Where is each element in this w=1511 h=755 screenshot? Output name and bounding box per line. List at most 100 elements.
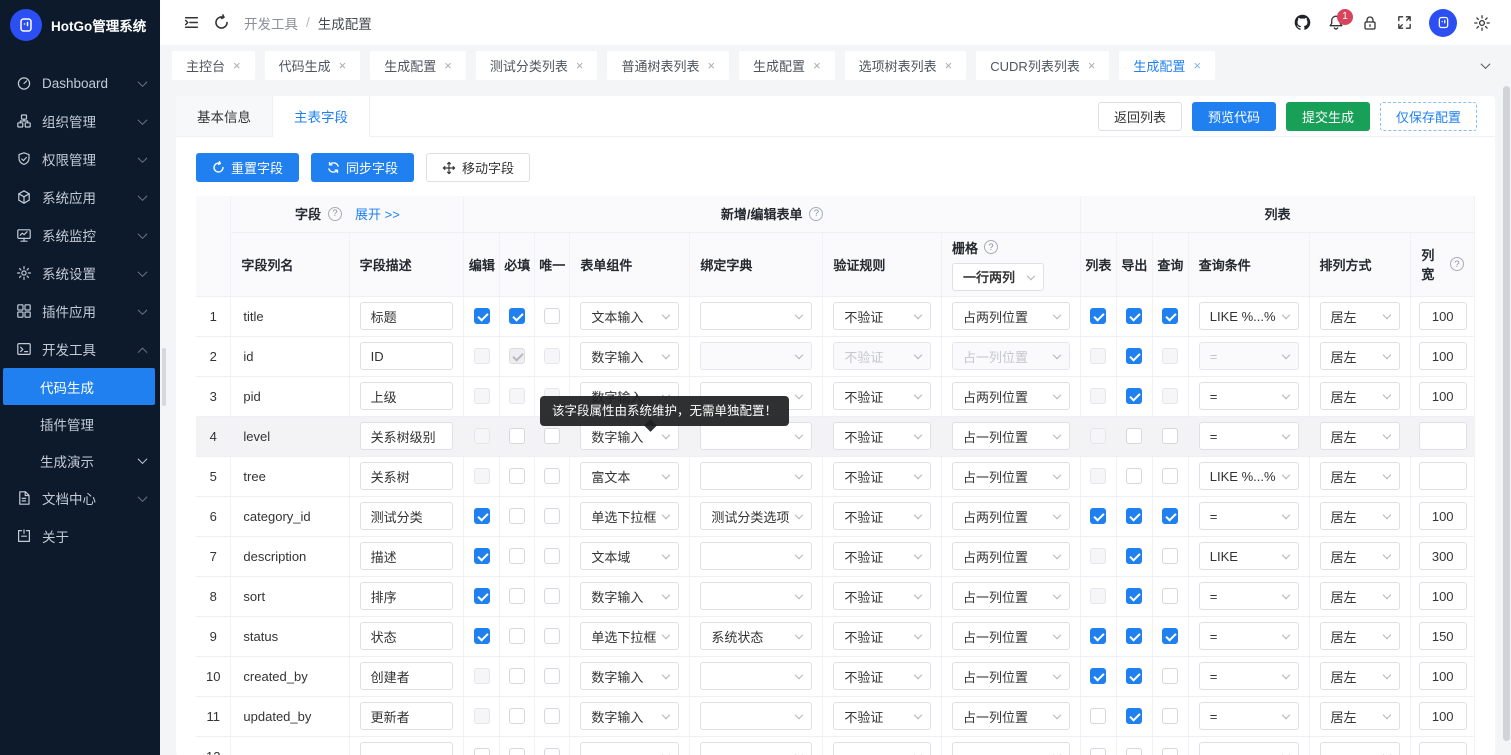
field-desc-input[interactable]: 描述: [360, 542, 454, 570]
field-desc-input[interactable]: [360, 742, 454, 755]
grid-position-select[interactable]: 占两列位置: [952, 542, 1070, 570]
breadcrumb-section[interactable]: 开发工具: [244, 13, 298, 33]
query-checkbox[interactable]: [1162, 668, 1178, 684]
help-icon[interactable]: ?: [1450, 257, 1464, 271]
sidebar-item-monitor[interactable]: 系统监控: [0, 216, 160, 254]
lock-screen-icon[interactable]: [1355, 8, 1385, 38]
unique-checkbox[interactable]: [544, 708, 560, 724]
sidebar-subitem-codegen[interactable]: 代码生成: [3, 368, 155, 405]
sidebar-item-permission[interactable]: 权限管理: [0, 140, 160, 178]
grid-default-select[interactable]: 一行两列: [952, 263, 1044, 291]
required-checkbox[interactable]: [509, 548, 525, 564]
query-cond-select[interactable]: =: [1199, 662, 1299, 690]
list-checkbox[interactable]: [1090, 748, 1106, 755]
settings-gear-icon[interactable]: [1467, 8, 1497, 38]
required-checkbox[interactable]: [509, 588, 525, 604]
export-checkbox[interactable]: [1126, 588, 1142, 604]
required-checkbox[interactable]: [509, 708, 525, 724]
grid-position-select[interactable]: 占两列位置: [952, 502, 1070, 530]
field-desc-input[interactable]: 关系树级别: [360, 422, 454, 450]
reset-fields-button[interactable]: 重置字段: [196, 153, 299, 182]
unique-checkbox[interactable]: [544, 428, 560, 444]
query-checkbox[interactable]: [1162, 508, 1178, 524]
column-width-input[interactable]: [1419, 422, 1467, 450]
column-width-input[interactable]: 100: [1419, 382, 1467, 410]
column-width-input[interactable]: 150: [1419, 622, 1467, 650]
nav-tab[interactable]: 主控台×: [172, 51, 255, 80]
export-checkbox[interactable]: [1126, 508, 1142, 524]
align-select[interactable]: 居左: [1320, 422, 1401, 450]
help-icon[interactable]: ?: [809, 207, 823, 221]
submit-generate-button[interactable]: 提交生成: [1286, 102, 1370, 131]
grid-position-select[interactable]: 占两列位置: [952, 302, 1070, 330]
form-component-select[interactable]: 文本域: [580, 542, 679, 570]
form-component-select[interactable]: 数字输入: [580, 662, 679, 690]
bind-dict-select[interactable]: [700, 582, 812, 610]
nav-tab[interactable]: 生成配置×: [1119, 51, 1215, 80]
query-cond-select[interactable]: LIKE %...%: [1199, 302, 1299, 330]
edit-checkbox[interactable]: [474, 548, 490, 564]
help-icon[interactable]: ?: [984, 240, 998, 254]
preview-code-button[interactable]: 预览代码: [1192, 102, 1276, 131]
nav-tab[interactable]: 代码生成×: [265, 51, 361, 80]
form-component-select[interactable]: 数字输入: [580, 582, 679, 610]
sidebar-item-plugin[interactable]: 插件应用: [0, 292, 160, 330]
query-cond-select[interactable]: =: [1199, 422, 1299, 450]
close-tab-icon[interactable]: ×: [576, 58, 584, 73]
validate-rule-select[interactable]: 不验证: [833, 302, 931, 330]
list-checkbox[interactable]: [1090, 308, 1106, 324]
sidebar-item-devtools[interactable]: 开发工具: [0, 330, 160, 368]
nav-tab[interactable]: 普通树表列表×: [607, 51, 729, 80]
collapse-sidebar-icon[interactable]: [176, 8, 206, 38]
query-checkbox[interactable]: [1162, 428, 1178, 444]
validate-rule-select[interactable]: 不验证: [833, 382, 931, 410]
align-select[interactable]: 居左: [1320, 622, 1401, 650]
bind-dict-select[interactable]: [700, 422, 812, 450]
grid-position-select[interactable]: [952, 742, 1070, 755]
form-component-select[interactable]: 单选下拉框: [580, 502, 679, 530]
query-cond-select[interactable]: =: [1199, 702, 1299, 730]
required-checkbox[interactable]: [509, 748, 525, 755]
sidebar-item-system-app[interactable]: 系统应用: [0, 178, 160, 216]
export-checkbox[interactable]: [1126, 748, 1142, 755]
align-select[interactable]: 居左: [1320, 702, 1401, 730]
bind-dict-select[interactable]: [700, 742, 812, 755]
help-icon[interactable]: ?: [328, 207, 342, 221]
expand-columns-link[interactable]: 展开 >>: [355, 204, 400, 223]
edit-checkbox[interactable]: [474, 508, 490, 524]
align-select[interactable]: 居左: [1320, 382, 1401, 410]
column-width-input[interactable]: [1419, 462, 1467, 490]
query-checkbox[interactable]: [1162, 628, 1178, 644]
unique-checkbox[interactable]: [544, 588, 560, 604]
required-checkbox[interactable]: [509, 468, 525, 484]
close-tab-icon[interactable]: ×: [444, 58, 452, 73]
sidebar-item-docs[interactable]: 文档中心: [0, 479, 160, 517]
close-tab-icon[interactable]: ×: [813, 58, 821, 73]
field-desc-input[interactable]: 关系树: [360, 462, 454, 490]
form-component-select[interactable]: [580, 742, 679, 755]
fullscreen-icon[interactable]: [1389, 8, 1419, 38]
save-config-only-button[interactable]: 仅保存配置: [1380, 102, 1477, 131]
validate-rule-select[interactable]: 不验证: [833, 462, 931, 490]
list-checkbox[interactable]: [1090, 628, 1106, 644]
bind-dict-select[interactable]: [700, 542, 812, 570]
close-tab-icon[interactable]: ×: [945, 58, 953, 73]
required-checkbox[interactable]: [509, 668, 525, 684]
validate-rule-select[interactable]: 不验证: [833, 582, 931, 610]
field-desc-input[interactable]: 测试分类: [360, 502, 454, 530]
required-checkbox[interactable]: [509, 628, 525, 644]
validate-rule-select[interactable]: 不验证: [833, 422, 931, 450]
grid-position-select[interactable]: 占一列位置: [952, 582, 1070, 610]
sidebar-item-org[interactable]: 组织管理: [0, 102, 160, 140]
nav-tab[interactable]: 选项树表列表×: [845, 51, 967, 80]
grid-position-select[interactable]: 占两列位置: [952, 382, 1070, 410]
bind-dict-select[interactable]: [700, 462, 812, 490]
sidebar-item-settings[interactable]: 系统设置: [0, 254, 160, 292]
nav-tab[interactable]: 测试分类列表×: [476, 51, 598, 80]
sidebar-item-about[interactable]: 关于: [0, 517, 160, 555]
notifications-bell-icon[interactable]: 1: [1321, 8, 1351, 38]
query-checkbox[interactable]: [1162, 748, 1178, 755]
nav-tab[interactable]: CUDR列表列表×: [976, 51, 1109, 80]
sidebar-subitem-plugin-manage[interactable]: 插件管理: [0, 405, 160, 442]
sidebar-subitem-gen-demo[interactable]: 生成演示: [0, 442, 160, 479]
